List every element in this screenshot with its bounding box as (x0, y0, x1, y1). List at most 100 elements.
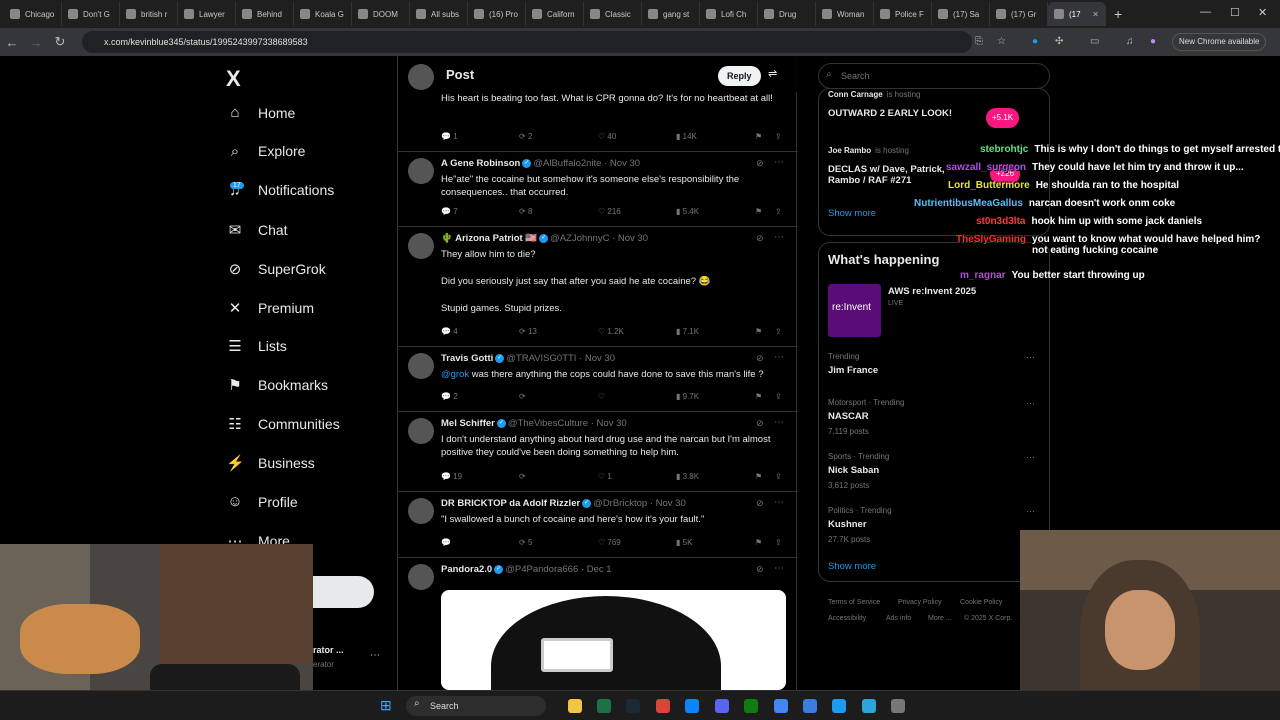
browser-tab[interactable]: (17) Sa (932, 2, 990, 26)
trend-name[interactable]: Jim France (828, 365, 878, 376)
post-media-image[interactable] (441, 590, 786, 690)
avatar[interactable] (408, 233, 434, 259)
repost-button[interactable]: ⟳ 13 (519, 327, 537, 336)
browser-tab[interactable]: Drug (758, 2, 816, 26)
author-name[interactable]: 🌵 Arizona Patriot 🇺🇸 (441, 233, 537, 244)
avatar[interactable] (408, 498, 434, 524)
repost-button[interactable]: ⟳ 5 (519, 538, 532, 547)
repost-button[interactable]: ⟳ (519, 472, 526, 481)
repost-button[interactable]: ⟳ 2 (519, 132, 532, 141)
trend-name[interactable]: Nick Saban (828, 465, 879, 476)
post-date[interactable]: Nov 30 (656, 498, 686, 509)
app-icon[interactable] (862, 699, 876, 713)
post-more-icon[interactable]: ⋯ (774, 157, 784, 168)
trend-more-icon[interactable]: ⋯ (1026, 398, 1035, 409)
author-name[interactable]: Mel Schiffer (441, 418, 495, 429)
browser-tab[interactable]: Woman (816, 2, 874, 26)
chat-username[interactable]: stebrohtjc (980, 144, 1028, 155)
views-button[interactable]: ▮ 5.4K (676, 207, 699, 216)
share-icon[interactable]: ⇪ (775, 207, 782, 216)
reply-button[interactable]: 💬 7 (441, 207, 458, 216)
steam-icon[interactable] (626, 699, 640, 713)
chat-username[interactable]: Lord_Buttermore (948, 180, 1030, 191)
bookmark-icon[interactable]: ⚑ (755, 472, 762, 481)
chat-username[interactable]: TheSlyGaming (956, 234, 1026, 245)
bookmark-icon[interactable]: ⚑ (755, 327, 762, 336)
footer-link[interactable]: Accessibility (828, 615, 866, 622)
browser-tab[interactable]: gang st (642, 2, 700, 26)
author-handle[interactable]: @TRAVISG0TTI (506, 353, 576, 364)
sidebar-item-explore[interactable]: ⌕ Explore (226, 143, 306, 160)
trend-more-icon[interactable]: ⋯ (1026, 506, 1035, 517)
views-button[interactable]: ▮ 3.8K (676, 472, 699, 481)
minimize-icon[interactable]: — (1200, 6, 1211, 18)
like-button[interactable]: ♡ 216 (598, 207, 621, 216)
bookmark-icon[interactable]: ⚑ (755, 538, 762, 547)
like-button[interactable]: ♡ 1.2K (598, 327, 624, 336)
install-icon[interactable]: ⎘ (975, 36, 983, 47)
filter-icon[interactable]: ⇌ (768, 67, 777, 80)
media-icon[interactable]: ♫ (1126, 36, 1134, 47)
profile-avatar-icon[interactable]: ● (1150, 36, 1156, 47)
grok-icon[interactable]: ⊘ (756, 564, 764, 575)
views-button[interactable]: ▮ 7.1K (676, 327, 699, 336)
reply-button[interactable]: Reply (718, 66, 761, 86)
post-button-fragment[interactable] (313, 576, 374, 608)
avatar[interactable] (408, 64, 434, 90)
back-icon[interactable]: ← (0, 35, 24, 50)
extensions-puzzle-icon[interactable]: ✣ (1055, 36, 1063, 47)
browser-tab[interactable]: Classic (584, 2, 642, 26)
author-name[interactable]: Pandora2.0 (441, 564, 492, 575)
space-host-name[interactable]: Joe Rambo (828, 146, 871, 155)
sidebar-item-bookmarks[interactable]: ⚑ Bookmarks (226, 376, 328, 394)
chat-username[interactable]: sawzall_surgeon (946, 162, 1026, 173)
close-window-icon[interactable]: ✕ (1258, 6, 1267, 19)
like-button[interactable]: ♡ 769 (598, 538, 621, 547)
share-icon[interactable]: ⇪ (775, 538, 782, 547)
grok-icon[interactable]: ⊘ (756, 233, 764, 244)
browser-tab[interactable]: (17) Gr (990, 2, 1048, 26)
browser-tab[interactable]: All subs (410, 2, 468, 26)
browser-tab[interactable]: DOOM (352, 2, 410, 26)
post-more-icon[interactable]: ⋯ (774, 497, 784, 508)
author-handle[interactable]: @AZJohnnyC (550, 233, 609, 244)
sidebar-item-business[interactable]: ⚡ Business (226, 454, 315, 472)
trend-more-icon[interactable]: ⋯ (1026, 352, 1035, 363)
sidebar-item-profile[interactable]: ☺ Profile (226, 493, 297, 510)
avatar[interactable] (408, 418, 434, 444)
footer-link[interactable]: Ads info (886, 615, 911, 622)
avatar[interactable] (408, 353, 434, 379)
grok-icon[interactable]: ⊘ (756, 353, 764, 364)
browser-tab[interactable]: Police F (874, 2, 932, 26)
sidebar-item-lists[interactable]: ☰ Lists (226, 337, 287, 355)
bookmark-star-icon[interactable]: ☆ (997, 36, 1006, 47)
sidebar-item-communities[interactable]: ☷ Communities (226, 415, 339, 433)
browser-tab[interactable]: Lawyer (178, 2, 236, 26)
file-explorer-icon[interactable] (568, 699, 582, 713)
account-menu-icon[interactable]: ⋯ (370, 650, 380, 661)
windows-start-icon[interactable]: ⊞ (380, 697, 392, 714)
like-button[interactable]: ♡ (598, 392, 605, 401)
avatar[interactable] (408, 564, 434, 590)
extension-icon[interactable]: ● (1032, 36, 1038, 47)
post-date[interactable]: Nov 30 (618, 233, 648, 244)
sidepanel-icon[interactable]: ▭ (1090, 36, 1099, 47)
avatar[interactable] (408, 158, 434, 184)
browser-tab[interactable]: (17 ✕ (1048, 2, 1106, 26)
post-more-icon[interactable]: ⋯ (774, 352, 784, 363)
share-icon[interactable]: ⇪ (775, 327, 782, 336)
chat-username[interactable]: st0n3d3lta (976, 216, 1025, 227)
reply-button[interactable]: 💬 4 (441, 327, 458, 336)
forward-icon[interactable]: → (24, 35, 48, 50)
sidebar-item-premium[interactable]: ✕ Premium (226, 299, 314, 317)
post-more-icon[interactable]: ⋯ (774, 232, 784, 243)
excel-icon[interactable] (597, 699, 611, 713)
browser-tab[interactable]: british r (120, 2, 178, 26)
bookmark-icon[interactable]: ⚑ (755, 207, 762, 216)
browser-tab[interactable]: Californ (526, 2, 584, 26)
x-logo[interactable]: X (226, 66, 241, 92)
space-listener-count[interactable]: +5.1K (986, 108, 1020, 128)
browser-tab[interactable]: (16) Pro (468, 2, 526, 26)
views-button[interactable]: ▮ 14K (676, 132, 697, 141)
author-handle[interactable]: @TheVibesCulture (508, 418, 588, 429)
